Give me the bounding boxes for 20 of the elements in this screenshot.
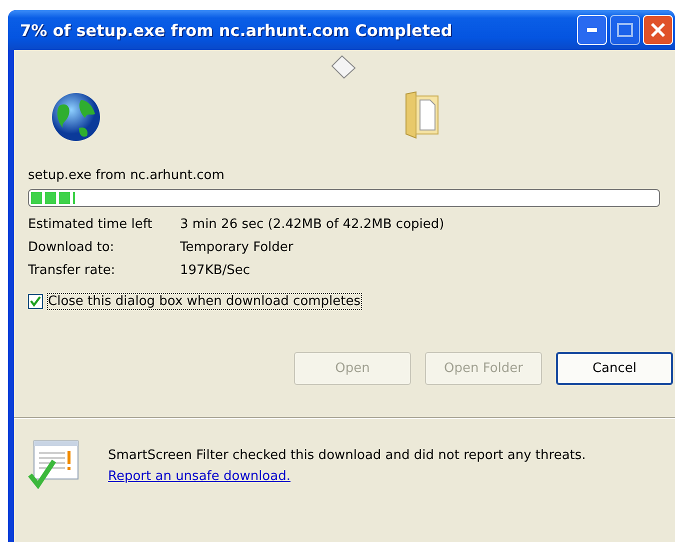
detail-value: Temporary Folder [180,240,294,255]
detail-value: 3 min 26 sec (2.42MB of 42.2MB copied) [180,217,446,232]
minimize-button[interactable] [577,15,607,45]
maximize-icon [617,23,633,37]
report-link[interactable]: Report an unsafe download. [108,469,290,484]
checkbox-label: Close this dialog box when download completes [47,293,362,310]
window-title: 7% of setup.exe from nc.arhunt.com Completed [20,20,454,40]
dialog-button[interactable]: Cancel [556,352,673,385]
maximize-button[interactable] [610,15,640,45]
detail-label: Estimated time left [28,217,154,232]
detail-label: Transfer rate: [28,263,116,278]
file-name: setup.exe from nc.arhunt.com [28,168,226,183]
detail-label: Download to: [28,240,116,255]
globe-icon [51,92,101,142]
minimize-icon [587,28,597,32]
checkbox[interactable] [28,294,43,309]
close-button[interactable] [643,15,673,45]
detail-value: 197KB/Sec [180,263,252,278]
close-icon [650,22,666,38]
smartscreen-message: SmartScreen Filter checked this download and did not report any threats. Report an unsafe download. [108,447,587,486]
